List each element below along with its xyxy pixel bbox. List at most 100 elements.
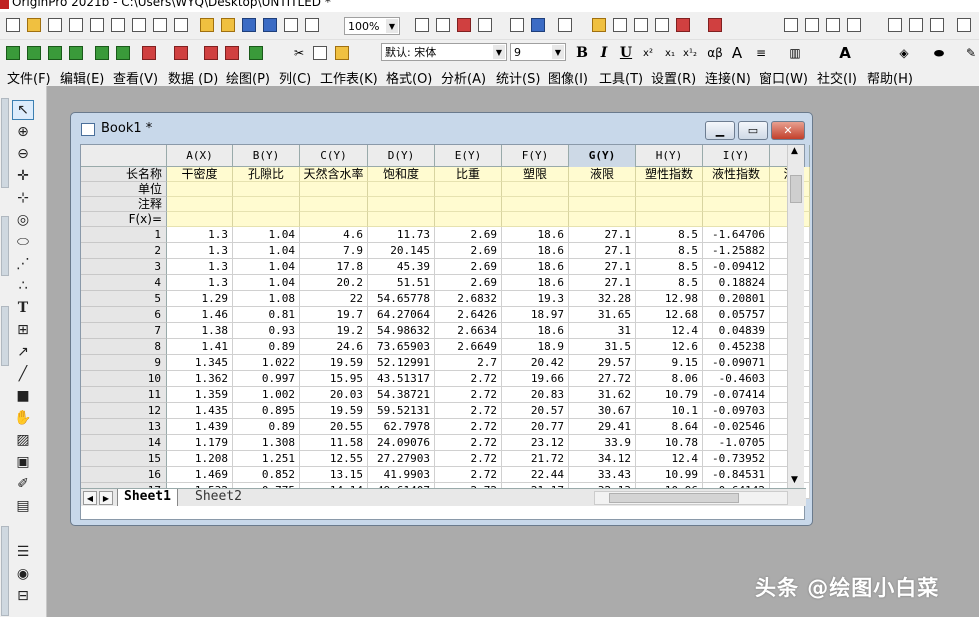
data-cell[interactable]: 10.79 — [636, 387, 703, 403]
new-matrix-icon[interactable] — [88, 16, 106, 34]
column-header[interactable]: C(Y) — [300, 145, 368, 167]
find-data-icon[interactable] — [611, 16, 629, 34]
horizontal-scrollbar[interactable] — [594, 491, 788, 505]
data-cell[interactable]: 0.89 — [233, 339, 300, 355]
tab-scroll-left-icon[interactable]: ◀ — [83, 491, 97, 505]
data-cell[interactable]: 1.439 — [167, 419, 233, 435]
column-header[interactable]: G(Y) — [569, 145, 636, 167]
data-cell[interactable]: 64.27064 — [368, 307, 435, 323]
underline-button[interactable]: U — [617, 44, 635, 62]
font-color-icon[interactable]: A — [836, 44, 854, 62]
screen-reader-icon[interactable]: ✛ — [12, 166, 34, 186]
data-cell[interactable]: 1.3 — [167, 243, 233, 259]
menu-data[interactable]: 数据 (D) — [168, 68, 218, 87]
increase-font-icon[interactable]: A — [728, 44, 746, 62]
long-name-cell[interactable]: 塑性指数 — [636, 167, 703, 182]
data-cell[interactable]: 29.41 — [569, 419, 636, 435]
data-cell[interactable]: 0.81 — [233, 307, 300, 323]
code-builder-icon[interactable] — [508, 16, 526, 34]
meta-cell[interactable] — [569, 212, 636, 227]
data-cell[interactable]: 41.9903 — [368, 467, 435, 483]
new-project-icon[interactable] — [4, 16, 22, 34]
menu-social[interactable]: 社交(I) — [817, 68, 857, 87]
left-panel-tab[interactable] — [1, 526, 9, 616]
merge-icon[interactable] — [67, 44, 85, 62]
data-cell[interactable]: 27.1 — [569, 259, 636, 275]
worksheet[interactable]: A(X) B(Y) C(Y) D(Y) E(Y) F(Y) G(Y) H(Y) I(Y) 长名称干… — [80, 144, 810, 520]
data-cell[interactable]: 1.38 — [167, 323, 233, 339]
scale-icon[interactable]: ◎ — [12, 210, 34, 230]
meta-cell[interactable] — [435, 182, 502, 197]
column-header[interactable]: E(Y) — [435, 145, 502, 167]
row-header[interactable]: 7 — [81, 323, 167, 339]
data-cell[interactable]: 22 — [300, 291, 368, 307]
data-cell[interactable]: 29.57 — [569, 355, 636, 371]
paste-icon[interactable] — [333, 44, 351, 62]
extract-icon[interactable] — [223, 44, 241, 62]
split-icon[interactable] — [93, 44, 111, 62]
data-cell[interactable]: 1.3 — [167, 227, 233, 243]
meta-row-label[interactable]: 单位 — [81, 182, 167, 197]
data-cell[interactable]: -1.0705 — [703, 435, 770, 451]
message-icon[interactable] — [674, 16, 692, 34]
data-cell[interactable]: 45.39 — [368, 259, 435, 275]
data-cell[interactable]: 13.15 — [300, 467, 368, 483]
data-cell[interactable]: 17.8 — [300, 259, 368, 275]
copy-page-icon[interactable] — [434, 16, 452, 34]
sum-icon[interactable] — [803, 16, 821, 34]
menu-view[interactable]: 查看(V) — [113, 68, 158, 87]
target-icon[interactable]: ◉ — [12, 564, 34, 584]
data-cell[interactable]: 19.59 — [300, 403, 368, 419]
data-cell[interactable]: 0.05757 — [703, 307, 770, 323]
menu-plot[interactable]: 绘图(P) — [226, 68, 270, 87]
tab-sheet1[interactable]: Sheet1 — [117, 489, 178, 506]
data-cell[interactable]: 2.69 — [435, 243, 502, 259]
data-cell[interactable]: -1.25882 — [703, 243, 770, 259]
tab-scroll-right-icon[interactable]: ▶ — [99, 491, 113, 505]
data-cell[interactable]: 33.9 — [569, 435, 636, 451]
data-cell[interactable]: 2.72 — [435, 451, 502, 467]
close-button[interactable]: ✕ — [771, 121, 805, 140]
vertical-scroll-thumb[interactable] — [790, 175, 802, 203]
data-cell[interactable]: 54.65778 — [368, 291, 435, 307]
data-cell[interactable]: 8.5 — [636, 243, 703, 259]
long-name-cell[interactable]: 孔隙比 — [233, 167, 300, 182]
data-cell[interactable]: -0.84531 — [703, 467, 770, 483]
data-cell[interactable]: 19.2 — [300, 323, 368, 339]
mask-icon[interactable] — [202, 44, 220, 62]
greek-button[interactable]: αβ — [704, 44, 726, 62]
data-cell[interactable]: 2.69 — [435, 227, 502, 243]
data-cell[interactable]: 20.55 — [300, 419, 368, 435]
row-header[interactable]: 3 — [81, 259, 167, 275]
new-function-icon[interactable] — [109, 16, 127, 34]
row-header[interactable]: 2 — [81, 243, 167, 259]
column-header[interactable]: D(Y) — [368, 145, 435, 167]
transpose-icon[interactable] — [845, 16, 863, 34]
meta-cell[interactable] — [300, 212, 368, 227]
data-cell[interactable]: 20.42 — [502, 355, 569, 371]
data-cell[interactable]: 2.6634 — [435, 323, 502, 339]
data-selector-icon[interactable]: ⬭ — [12, 232, 34, 252]
menu-help[interactable]: 帮助(H) — [867, 68, 913, 87]
pattern-icon[interactable]: ▥ — [786, 44, 804, 62]
data-cell[interactable]: -0.09412 — [703, 259, 770, 275]
new-folder-icon[interactable] — [25, 16, 43, 34]
data-cell[interactable]: 12.55 — [300, 451, 368, 467]
bar-chart-icon[interactable] — [886, 16, 904, 34]
add-column-icon[interactable] — [46, 44, 64, 62]
row-header[interactable]: 13 — [81, 419, 167, 435]
row-header[interactable]: 15 — [81, 451, 167, 467]
menu-file[interactable]: 文件(F) — [7, 68, 51, 87]
open-icon[interactable] — [198, 16, 216, 34]
menu-image[interactable]: 图像(I) — [548, 68, 588, 87]
data-cell[interactable]: 2.69 — [435, 259, 502, 275]
line-color-icon[interactable]: ⬬ — [930, 44, 948, 62]
save-template-icon[interactable] — [261, 16, 279, 34]
duplicate-icon[interactable] — [172, 44, 190, 62]
data-cell[interactable]: 2.72 — [435, 371, 502, 387]
data-cell[interactable]: 1.251 — [233, 451, 300, 467]
data-cell[interactable]: 19.59 — [300, 355, 368, 371]
data-cell[interactable]: 18.6 — [502, 243, 569, 259]
meta-cell[interactable] — [167, 212, 233, 227]
meta-cell[interactable] — [167, 197, 233, 212]
